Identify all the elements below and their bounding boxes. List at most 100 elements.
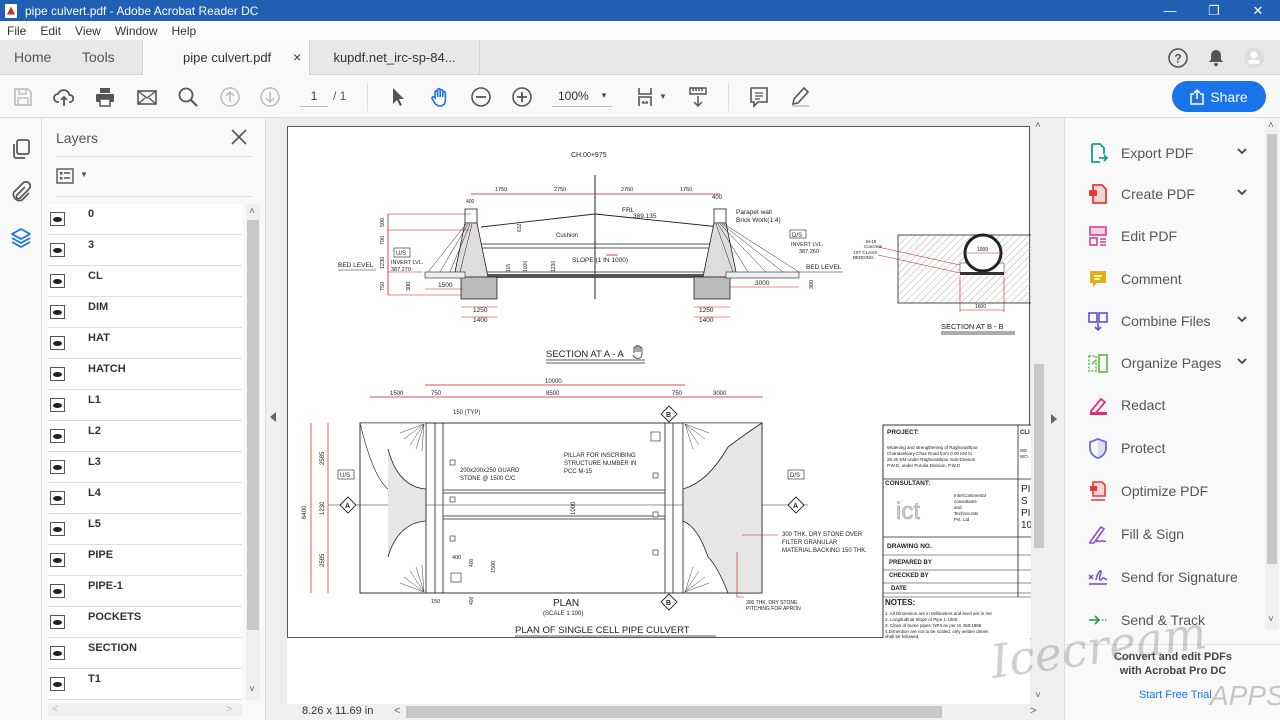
tool-send-for-signature[interactable]: Send for Signature xyxy=(1087,562,1247,592)
eye-visibility-icon[interactable] xyxy=(50,584,65,598)
tool-edit-pdf[interactable]: Edit PDF xyxy=(1087,221,1247,251)
scroll-left-icon[interactable]: < xyxy=(52,704,58,715)
select-tool-button[interactable] xyxy=(386,85,410,109)
print-button[interactable] xyxy=(93,85,117,109)
next-page-button[interactable] xyxy=(258,85,282,109)
eye-visibility-icon[interactable] xyxy=(50,646,65,660)
eye-visibility-icon[interactable] xyxy=(50,491,65,505)
scrollbar-thumb[interactable] xyxy=(247,220,259,630)
eye-visibility-icon[interactable] xyxy=(50,553,65,567)
layer-item[interactable]: HATCH xyxy=(48,359,242,390)
expand-right-panel-icon[interactable] xyxy=(1051,414,1057,424)
tool-protect[interactable]: Protect xyxy=(1087,433,1247,463)
minimize-button[interactable]: — xyxy=(1150,0,1190,21)
chevron-down-icon[interactable] xyxy=(1237,314,1247,324)
tool-redact[interactable]: Redact xyxy=(1087,390,1247,420)
eye-visibility-icon[interactable] xyxy=(50,305,65,319)
tool-combine-files[interactable]: Combine Files xyxy=(1087,306,1247,336)
layer-item[interactable]: 0 xyxy=(48,204,242,235)
eye-visibility-icon[interactable] xyxy=(50,212,65,226)
maximize-button[interactable]: ❐ xyxy=(1194,0,1234,21)
search-button[interactable] xyxy=(176,85,200,109)
layer-item[interactable]: SECTION xyxy=(48,638,242,669)
layer-item[interactable]: PIPE xyxy=(48,545,242,576)
eye-visibility-icon[interactable] xyxy=(50,615,65,629)
menu-edit[interactable]: Edit xyxy=(40,24,61,38)
scroll-down-icon[interactable]: ˅ xyxy=(1035,690,1041,701)
eye-visibility-icon[interactable] xyxy=(50,398,65,412)
scroll-right-icon[interactable]: > xyxy=(1030,705,1036,717)
menu-help[interactable]: Help xyxy=(172,24,197,38)
eye-visibility-icon[interactable] xyxy=(50,677,65,691)
page-number-input[interactable]: 1 xyxy=(300,87,328,107)
scrollbar-thumb[interactable] xyxy=(1267,134,1277,564)
chevron-down-icon[interactable] xyxy=(1237,146,1247,156)
tools-scrollbar[interactable]: ˄ ˅ xyxy=(1265,118,1279,630)
tool-fill-sign[interactable]: Fill & Sign xyxy=(1087,519,1247,549)
menu-view[interactable]: View xyxy=(75,24,101,38)
scroll-right-icon[interactable]: > xyxy=(226,704,232,715)
account-icon[interactable] xyxy=(1243,47,1265,69)
collapse-left-panel-icon[interactable] xyxy=(270,412,276,422)
page-display-chevron-icon[interactable]: ▼ xyxy=(659,92,667,101)
layer-item[interactable]: PIPE-1 xyxy=(48,576,242,607)
save-button[interactable] xyxy=(11,85,35,109)
upload-button[interactable] xyxy=(52,85,76,109)
layer-item[interactable]: L5 xyxy=(48,514,242,545)
email-button[interactable] xyxy=(135,85,159,109)
layer-item[interactable]: 3 xyxy=(48,235,242,266)
scroll-left-icon[interactable]: < xyxy=(394,705,400,717)
layer-item[interactable]: L2 xyxy=(48,421,242,452)
help-icon[interactable]: ? xyxy=(1167,47,1189,69)
eye-visibility-icon[interactable] xyxy=(50,367,65,381)
scroll-up-icon[interactable]: ˄ xyxy=(1268,120,1274,131)
layer-item[interactable]: T1 xyxy=(48,669,242,700)
bell-icon[interactable] xyxy=(1205,47,1227,69)
zoom-in-button[interactable] xyxy=(510,85,534,109)
layer-item[interactable]: DIM xyxy=(48,297,242,328)
tool-comment[interactable]: Comment xyxy=(1087,264,1247,294)
tool-optimize-pdf[interactable]: Optimize PDF xyxy=(1087,476,1247,506)
zoom-level-select[interactable]: 100% ▼ xyxy=(552,87,612,107)
viewer-scrollbar[interactable]: ˄ ˅ xyxy=(1032,118,1046,706)
tab-tools[interactable]: Tools xyxy=(82,40,115,75)
tool-create-pdf[interactable]: Create PDF xyxy=(1087,179,1247,209)
eye-visibility-icon[interactable] xyxy=(50,522,65,536)
highlight-button[interactable] xyxy=(788,85,812,109)
close-panel-icon[interactable] xyxy=(230,128,248,146)
previous-page-button[interactable] xyxy=(218,85,242,109)
tool-export-pdf[interactable]: Export PDF xyxy=(1087,138,1247,168)
scroll-up-icon[interactable]: ˄ xyxy=(249,206,255,217)
menu-window[interactable]: Window xyxy=(115,24,158,38)
eye-visibility-icon[interactable] xyxy=(50,243,65,257)
layer-options-button[interactable]: ▼ xyxy=(56,168,92,186)
tab-document-pipe-culvert[interactable]: pipe culvert.pdf × xyxy=(142,40,310,76)
eye-visibility-icon[interactable] xyxy=(50,336,65,350)
horizontal-scrollbar-thumb[interactable] xyxy=(406,706,942,718)
layers-icon[interactable] xyxy=(10,227,32,249)
close-window-button[interactable]: ✕ xyxy=(1238,0,1278,21)
attachment-icon[interactable] xyxy=(10,181,32,203)
tab-document-kupdf[interactable]: kupdf.net_irc-sp-84... xyxy=(310,40,480,76)
zoom-out-button[interactable] xyxy=(469,85,493,109)
tool-organize-pages[interactable]: Organize Pages xyxy=(1087,348,1247,378)
chevron-down-icon[interactable] xyxy=(1237,187,1247,197)
layer-item[interactable]: HAT xyxy=(48,328,242,359)
scroll-up-icon[interactable]: ˄ xyxy=(1035,120,1041,131)
eye-visibility-icon[interactable] xyxy=(50,460,65,474)
layer-item[interactable]: CL xyxy=(48,266,242,297)
hand-tool-button[interactable] xyxy=(428,85,452,109)
comment-button[interactable] xyxy=(747,85,771,109)
pages-thumbnail-icon[interactable] xyxy=(10,138,32,160)
page-display-button[interactable] xyxy=(634,85,658,109)
start-free-trial-link[interactable]: Start Free Trial xyxy=(1139,689,1212,701)
scroll-down-icon[interactable]: ˅ xyxy=(249,684,255,695)
layers-scrollbar[interactable]: ˄ ˅ xyxy=(246,204,260,700)
scroll-down-icon[interactable]: ˅ xyxy=(1268,614,1274,625)
scroll-mode-button[interactable] xyxy=(686,85,710,109)
scrollbar-thumb[interactable] xyxy=(1034,364,1044,548)
document-viewer[interactable]: CH.00+975 1750 2750 2750 1750 400 400 FR… xyxy=(280,118,1046,706)
chevron-down-icon[interactable] xyxy=(1237,356,1247,366)
layer-item[interactable]: L1 xyxy=(48,390,242,421)
tab-home[interactable]: Home xyxy=(14,40,51,75)
